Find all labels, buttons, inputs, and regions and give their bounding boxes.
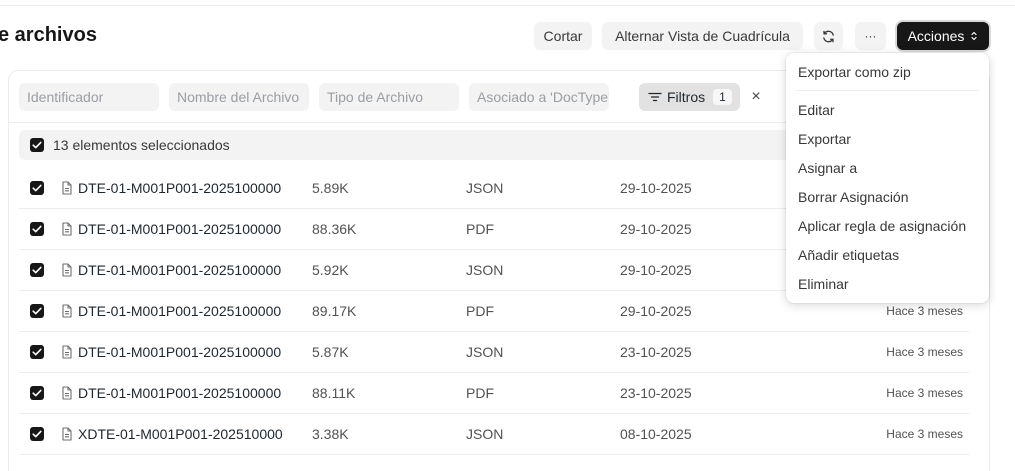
- file-icon: [61, 181, 73, 198]
- file-date: 23-10-2025: [620, 344, 692, 360]
- attached-to-doctype-filter-input[interactable]: Asociado a 'DocType': [469, 83, 609, 111]
- top-divider: [0, 5, 1015, 6]
- actions-dropdown-menu: Exportar como zip Editar Exportar Asigna…: [786, 53, 989, 303]
- file-size: 5.89K: [312, 180, 349, 196]
- more-dots-icon: ···: [864, 29, 877, 43]
- file-size: 5.87K: [312, 344, 349, 360]
- menu-item-apply-assignment-rule[interactable]: Aplicar regla de asignación: [798, 218, 966, 234]
- row-checkbox[interactable]: [30, 181, 44, 195]
- toggle-grid-view-button[interactable]: Alternar Vista de Cuadrícula: [602, 22, 803, 50]
- clear-filters-button[interactable]: ×: [742, 83, 770, 111]
- relative-time: Hace 3 meses: [886, 345, 963, 359]
- file-size: 88.11K: [312, 385, 356, 401]
- file-icon: [61, 222, 73, 239]
- file-date: 29-10-2025: [620, 180, 692, 196]
- row-checkbox[interactable]: [30, 345, 44, 359]
- table-row[interactable]: DTE-01-M001P001-2025100000 88.11K PDF 23-10…: [19, 373, 969, 414]
- menu-item-add-tags[interactable]: Añadir etiquetas: [798, 247, 899, 263]
- row-checkbox[interactable]: [30, 222, 44, 236]
- table-row[interactable]: DTE-01-M001P001-2025100000 5.87K JSON 23-10…: [19, 332, 969, 373]
- file-date: 29-10-2025: [620, 262, 692, 278]
- table-row[interactable]: XDTE-01-M001P001-202510000 3.38K JSON 08-10…: [19, 414, 969, 455]
- file-name[interactable]: DTE-01-M001P001-2025100000: [78, 221, 281, 237]
- file-type: JSON: [466, 180, 504, 196]
- relative-time: Hace 3 meses: [886, 304, 963, 318]
- menu-item-clear-assignment[interactable]: Borrar Asignación: [798, 189, 909, 205]
- page-title: e archivos: [0, 24, 97, 46]
- row-checkbox[interactable]: [30, 304, 44, 318]
- file-size: 88.36K: [312, 221, 357, 237]
- menu-item-export[interactable]: Exportar: [798, 131, 851, 147]
- menu-divider: [796, 90, 979, 91]
- file-type: JSON: [466, 426, 504, 442]
- menu-item-edit[interactable]: Editar: [798, 102, 835, 118]
- file-size: 5.92K: [312, 262, 349, 278]
- actions-label: Acciones: [907, 28, 965, 44]
- menu-item-export-zip[interactable]: Exportar como zip: [798, 64, 911, 80]
- file-icon: [61, 304, 73, 321]
- close-icon: ×: [751, 88, 761, 105]
- file-type: PDF: [466, 221, 494, 237]
- file-size: 3.38K: [312, 426, 349, 442]
- selection-count-text: 13 elementos seleccionados: [53, 137, 230, 153]
- checkmark-icon: [32, 141, 42, 149]
- file-type: JSON: [466, 262, 504, 278]
- filter-count-badge: 1: [713, 89, 732, 105]
- file-date: 23-10-2025: [620, 385, 692, 401]
- checkmark-icon: [32, 389, 42, 397]
- relative-time: Hace 3 meses: [886, 427, 963, 441]
- checkmark-icon: [32, 307, 42, 315]
- relative-time: Hace 3 meses: [886, 386, 963, 400]
- file-name[interactable]: DTE-01-M001P001-2025100000: [78, 344, 281, 360]
- file-name[interactable]: XDTE-01-M001P001-202510000: [78, 426, 283, 442]
- file-icon: [61, 386, 73, 403]
- file-date: 29-10-2025: [620, 303, 692, 319]
- refresh-icon: [823, 30, 834, 42]
- file-name[interactable]: DTE-01-M001P001-2025100000: [78, 385, 281, 401]
- file-type: PDF: [466, 303, 494, 319]
- filters-label: Filtros: [667, 89, 706, 105]
- file-name[interactable]: DTE-01-M001P001-2025100000: [78, 262, 281, 278]
- menu-item-assign-to[interactable]: Asignar a: [798, 160, 857, 176]
- filters-button[interactable]: Filtros 1: [639, 83, 740, 111]
- checkmark-icon: [32, 184, 42, 192]
- file-icon: [61, 427, 73, 444]
- more-options-button[interactable]: ···: [855, 22, 886, 50]
- checkmark-icon: [32, 266, 42, 274]
- menu-item-delete[interactable]: Eliminar: [798, 276, 849, 292]
- checkmark-icon: [32, 430, 42, 438]
- file-icon: [61, 263, 73, 280]
- checkmark-icon: [32, 348, 42, 356]
- identifier-filter-input[interactable]: Identificador: [19, 83, 159, 111]
- file-type-filter-input[interactable]: Tipo de Archivo: [319, 83, 459, 111]
- refresh-button[interactable]: [814, 22, 843, 50]
- file-type: JSON: [466, 344, 504, 360]
- checkmark-icon: [32, 225, 42, 233]
- row-checkbox[interactable]: [30, 263, 44, 277]
- file-name-filter-input[interactable]: Nombre del Archivo: [169, 83, 309, 111]
- row-checkbox[interactable]: [30, 386, 44, 400]
- select-all-checkbox[interactable]: [30, 138, 44, 152]
- cut-button[interactable]: Cortar: [534, 22, 592, 50]
- chevron-up-down-icon: [971, 31, 978, 41]
- actions-button[interactable]: Acciones: [897, 22, 989, 50]
- file-name[interactable]: DTE-01-M001P001-2025100000: [78, 180, 281, 196]
- row-checkbox[interactable]: [30, 427, 44, 441]
- file-icon: [61, 345, 73, 362]
- file-date: 29-10-2025: [620, 221, 692, 237]
- file-date: 08-10-2025: [620, 426, 692, 442]
- file-type: PDF: [466, 385, 494, 401]
- file-name[interactable]: DTE-01-M001P001-2025100000: [78, 303, 281, 319]
- filter-lines-icon: [648, 92, 662, 102]
- file-size: 89.17K: [312, 303, 357, 319]
